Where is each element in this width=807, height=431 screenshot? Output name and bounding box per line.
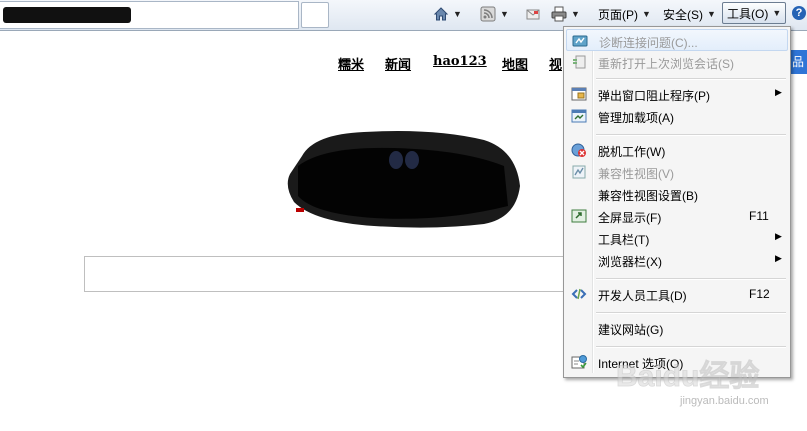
menu-item-label: 管理加载项(A) <box>598 111 674 125</box>
addons-icon <box>571 109 587 123</box>
tools-dropdown-menu: 诊断连接问题(C)... 重新打开上次浏览会话(S) 弹出窗口阻止程序(P) ▶… <box>563 26 791 378</box>
redacted-tab-title <box>3 7 131 23</box>
watermark-brand: Baidu经验 <box>616 359 759 393</box>
menu-item-toolbars[interactable]: 工具栏(T) ▶ <box>566 227 788 249</box>
watermark-url: jingyan.baidu.com <box>680 395 769 407</box>
diagnose-icon <box>572 35 588 47</box>
tools-menu-label: 工具(O) <box>727 6 769 21</box>
menu-separator <box>596 312 786 314</box>
dev-tools-icon <box>571 288 587 300</box>
submenu-arrow-icon: ▶ <box>775 87 782 97</box>
menu-separator <box>596 278 786 280</box>
menu-item-label: 兼容性视图设置(B) <box>598 189 698 203</box>
page-menu-button[interactable]: 页面(P) ▼ <box>598 3 651 25</box>
mail-icon <box>526 9 540 20</box>
menu-item-manage-addons[interactable]: 管理加载项(A) <box>566 105 788 127</box>
menu-item-label: 全屏显示(F) <box>598 211 662 225</box>
fullscreen-icon <box>571 209 587 223</box>
reopen-session-icon <box>573 55 586 69</box>
submenu-arrow-icon: ▶ <box>775 231 782 241</box>
nav-link-news[interactable]: 新闻 <box>385 54 411 73</box>
menu-item-developer-tools[interactable]: 开发人员工具(D) F12 <box>566 283 788 305</box>
menu-item-label: 浏览器栏(X) <box>598 255 662 269</box>
menu-item-label: 重新打开上次浏览会话(S) <box>598 57 734 71</box>
help-button[interactable]: ? <box>792 6 806 20</box>
printer-icon <box>551 6 567 22</box>
menu-item-label: 建议网站(G) <box>598 323 664 337</box>
rss-feed-icon <box>480 6 496 22</box>
redacted-logo <box>287 131 520 228</box>
menu-item-label: 开发人员工具(D) <box>598 289 687 303</box>
search-input[interactable] <box>84 256 586 292</box>
product-button[interactable]: 品 <box>789 50 807 74</box>
internet-options-icon <box>571 355 587 369</box>
submenu-arrow-icon: ▶ <box>775 253 782 263</box>
chevron-down-icon[interactable]: ▼ <box>453 9 462 19</box>
menu-item-popup-blocker[interactable]: 弹出窗口阻止程序(P) ▶ <box>566 83 788 105</box>
menu-item-fullscreen[interactable]: 全屏显示(F) F11 <box>566 205 788 227</box>
new-tab-button[interactable] <box>301 2 329 28</box>
menu-item-compat-view-settings[interactable]: 兼容性视图设置(B) <box>566 183 788 205</box>
menu-item-reopen-session[interactable]: 重新打开上次浏览会话(S) <box>566 51 788 73</box>
browser-tab[interactable] <box>0 1 299 29</box>
home-icon <box>433 7 449 21</box>
chevron-down-icon[interactable]: ▼ <box>500 9 509 19</box>
nav-link-hao123[interactable]: hao123 <box>433 54 487 69</box>
home-button[interactable]: ▼ <box>433 3 462 25</box>
menu-item-label: 兼容性视图(V) <box>598 167 674 181</box>
menu-item-label: 脱机工作(W) <box>598 145 666 159</box>
menu-separator <box>596 78 786 80</box>
feeds-button[interactable]: ▼ <box>480 3 509 25</box>
print-button[interactable]: ▼ <box>551 3 580 25</box>
menu-item-label: 弹出窗口阻止程序(P) <box>598 89 710 103</box>
menu-item-suggested-sites[interactable]: 建议网站(G) <box>566 317 788 339</box>
popup-blocker-icon <box>571 87 587 101</box>
nav-link-map[interactable]: 地图 <box>502 54 528 73</box>
page-menu-label: 页面(P) <box>598 7 638 22</box>
nav-link-nuomi[interactable]: 糯米 <box>338 54 364 73</box>
menu-item-compat-view[interactable]: 兼容性视图(V) <box>566 161 788 183</box>
menu-item-shortcut: F12 <box>749 287 770 301</box>
chevron-down-icon: ▼ <box>642 9 651 19</box>
menu-item-shortcut: F11 <box>749 209 769 223</box>
offline-icon <box>571 143 586 157</box>
safety-menu-button[interactable]: 安全(S) ▼ <box>663 3 716 25</box>
nav-link-video[interactable]: 视 <box>549 54 562 73</box>
chevron-down-icon[interactable]: ▼ <box>571 9 580 19</box>
tools-menu-button[interactable]: 工具(O) ▼ <box>722 2 787 24</box>
menu-item-label: 诊断连接问题(C)... <box>599 36 698 50</box>
menu-item-diagnose[interactable]: 诊断连接问题(C)... <box>566 29 788 51</box>
menu-item-work-offline[interactable]: 脱机工作(W) <box>566 139 788 161</box>
menu-item-label: 工具栏(T) <box>598 233 650 247</box>
menu-item-explorer-bars[interactable]: 浏览器栏(X) ▶ <box>566 249 788 271</box>
read-mail-button[interactable] <box>525 3 541 25</box>
chevron-down-icon: ▼ <box>772 8 782 18</box>
menu-separator <box>596 134 786 136</box>
chevron-down-icon: ▼ <box>707 9 716 19</box>
compat-view-icon <box>572 165 586 179</box>
safety-menu-label: 安全(S) <box>663 7 703 22</box>
